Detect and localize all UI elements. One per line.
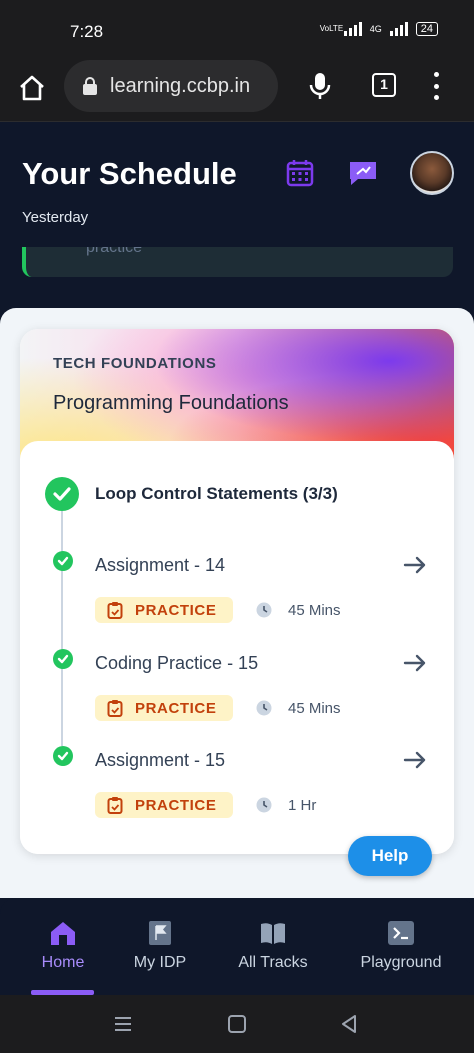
list-item[interactable]: Coding Practice - 15 PRACTICE 45 Mins [20,649,454,739]
system-navigation-bar [0,995,474,1053]
address-bar[interactable]: learning.ccbp.in [64,60,278,112]
arrow-right-icon[interactable] [403,748,427,772]
signal-icon-2 [389,22,408,36]
topic-title: Loop Control Statements (3/3) [95,484,338,503]
badge-label: PRACTICE [135,796,217,814]
item-title[interactable]: Assignment - 15 [95,750,225,771]
status-bar: 7:28 VoLTE 4G 24 [0,0,474,60]
clock-icon [256,602,272,618]
check-circle-icon [53,746,73,766]
check-circle-icon [53,551,73,571]
flag-document-icon [149,921,171,945]
arrow-right-icon[interactable] [403,651,427,675]
nav-label-playground: Playground [360,954,442,971]
volte-label: VoLTE [319,24,344,33]
browser-toolbar: learning.ccbp.in 1 [0,60,474,122]
schedule-panel: TECH FOUNDATIONS Programming Foundations… [0,308,474,898]
url-text: learning.ccbp.in [110,74,251,97]
list-item[interactable]: Assignment - 14 PRACTICE 45 Mins [20,551,454,641]
feedback-icon[interactable] [347,159,379,187]
item-title[interactable]: Assignment - 14 [95,555,225,576]
previous-card-text: practice [86,247,143,256]
nav-item-all-tracks[interactable]: All Tracks [232,920,314,972]
nav-item-home[interactable]: Home [38,920,88,972]
clipboard-icon [107,602,123,619]
nav-item-my-idp[interactable]: My IDP [130,920,190,972]
status-time: 7:28 [70,22,104,41]
page-title: Your Schedule [22,156,237,191]
duration-label: 1 Hr [288,797,317,814]
check-circle-icon [45,477,79,511]
home-button-icon[interactable] [226,1013,248,1035]
previous-schedule-card[interactable]: practice [22,247,453,277]
nav-label-home: Home [41,954,85,971]
course-name: Programming Foundations [53,392,289,414]
help-button[interactable]: Help [348,836,432,876]
status-indicators: VoLTE 4G 24 [320,22,438,36]
clipboard-icon [107,797,123,814]
calendar-icon[interactable] [286,159,314,187]
badge-label: PRACTICE [135,601,217,619]
nav-item-playground[interactable]: Playground [354,920,448,972]
course-card-body: Loop Control Statements (3/3) Assignment… [20,441,454,854]
network-4g-label: 4G [369,24,382,34]
home-icon[interactable] [18,74,46,102]
book-icon [261,923,285,944]
badge-label: PRACTICE [135,699,217,717]
lock-icon [83,77,97,95]
tabs-button[interactable]: 1 [372,73,396,97]
track-label: TECH FOUNDATIONS [53,355,217,372]
nav-label-all-tracks: All Tracks [238,954,308,971]
app-header: Your Schedule Yesterday practice [0,123,474,308]
clock-icon [256,700,272,716]
microphone-icon[interactable] [309,72,331,100]
signal-icon [343,22,362,36]
practice-badge: PRACTICE [95,597,233,623]
course-card[interactable]: TECH FOUNDATIONS Programming Foundations… [20,329,454,854]
practice-badge: PRACTICE [95,792,233,818]
nav-label-my-idp: My IDP [133,954,187,971]
clipboard-icon [107,700,123,717]
date-label: Yesterday [22,209,89,226]
home-icon [51,922,75,945]
avatar[interactable] [410,151,454,195]
check-circle-icon [53,649,73,669]
recent-apps-icon[interactable] [112,1013,134,1035]
duration-label: 45 Mins [288,602,341,619]
duration-label: 45 Mins [288,700,341,717]
more-menu-icon[interactable] [432,72,440,100]
practice-badge: PRACTICE [95,695,233,721]
arrow-right-icon[interactable] [403,553,427,577]
item-title[interactable]: Coding Practice - 15 [95,653,258,674]
terminal-icon [388,921,414,945]
list-item[interactable]: Assignment - 15 PRACTICE 1 Hr [20,746,454,836]
clock-icon [256,797,272,813]
bottom-navigation: Home My IDP All Tracks Playground [0,898,474,995]
battery-icon: 24 [415,22,438,36]
back-icon[interactable] [338,1013,360,1035]
